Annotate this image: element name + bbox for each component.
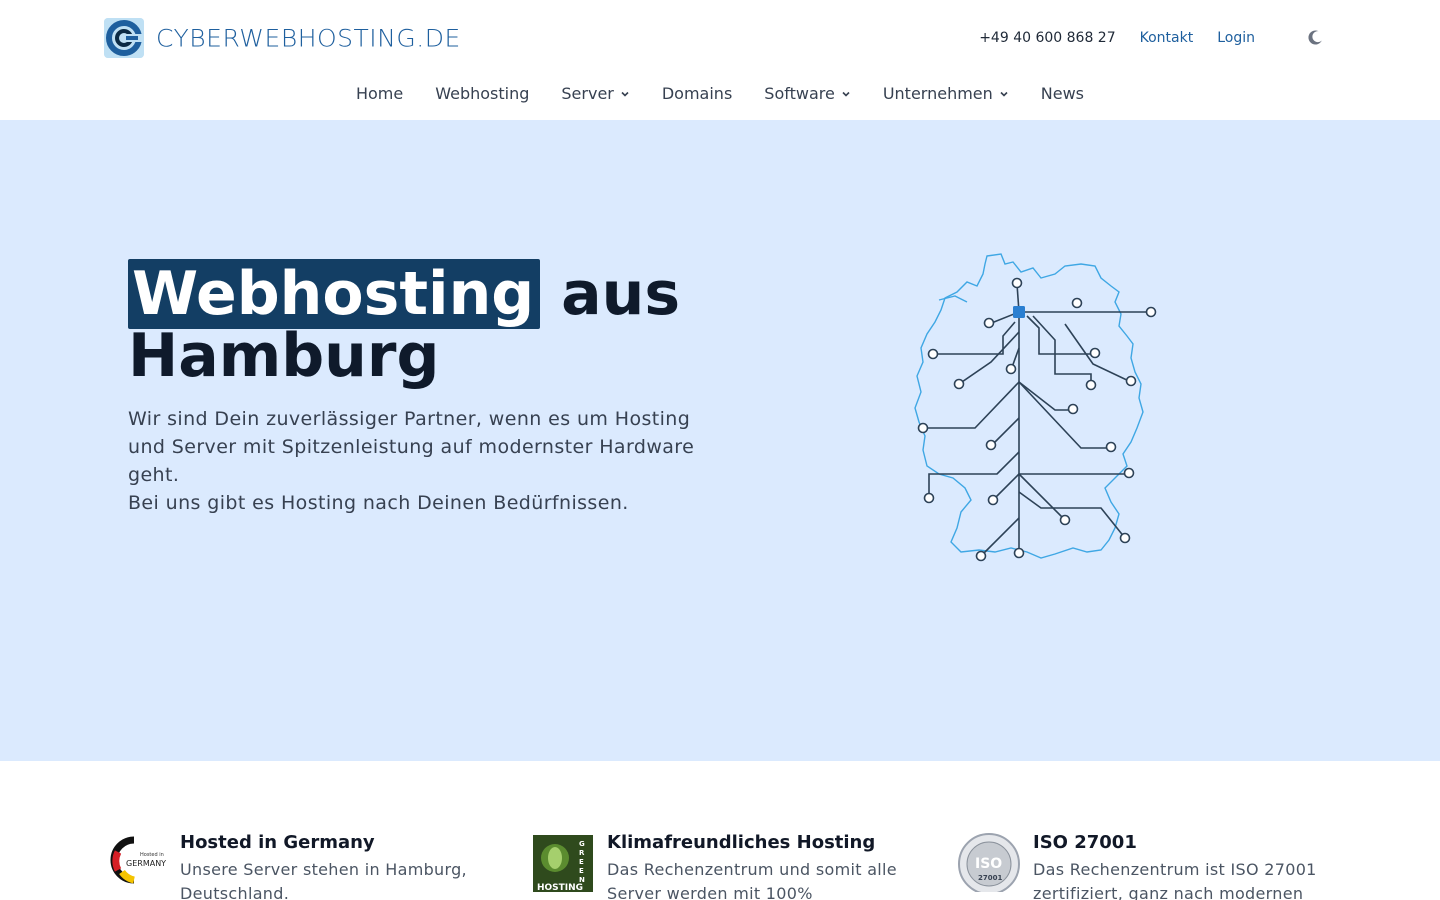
hero-text-line1: Wir sind Dein zuverlässiger Partner, wen… — [128, 408, 695, 486]
hero-title: Webhosting aus Hamburg — [128, 259, 748, 387]
nav-item-label: Software — [764, 84, 835, 103]
brand-name: CYBERWEBHOSTING.DE — [156, 24, 461, 52]
hero-title-highlight: Webhosting — [128, 259, 541, 329]
phone-number[interactable]: +49 40 600 868 27 — [979, 30, 1115, 46]
site-header: CYBERWEBHOSTING.DE +49 40 600 868 27 Kon… — [0, 0, 1440, 103]
features-row: Hosted in GERMANY Hosted in Germany Unse… — [0, 828, 1440, 900]
green-hosting-badge-icon: G R E E N HOSTING — [531, 828, 595, 895]
hero-description: Wir sind Dein zuverlässiger Partner, wen… — [128, 405, 728, 517]
nav-item-unternehmen[interactable]: Unternehmen — [883, 84, 1009, 103]
chevron-down-icon — [621, 91, 629, 97]
feature-title: ISO 27001 — [1033, 832, 1137, 853]
login-link[interactable]: Login — [1217, 30, 1255, 46]
feature-text: Das Rechenzentrum ist ISO 27001 zertifiz… — [1033, 860, 1317, 900]
nav-item-label: Webhosting — [435, 84, 530, 103]
feature-iso-27001: ISO 27001 ISO 27001 Das Rechenzentrum is… — [957, 828, 1333, 900]
iso-badge-small: 27001 — [978, 874, 1002, 882]
hero-text-line2: Bei uns gibt es Hosting nach Deinen Bedü… — [128, 492, 629, 514]
feature-text: Das Rechenzentrum und somit alle Server … — [607, 860, 897, 900]
germany-badge-icon: Hosted in GERMANY — [104, 828, 168, 892]
nav-item-label: Unternehmen — [882, 84, 993, 103]
svg-text:E: E — [579, 867, 584, 875]
nav-item-home[interactable]: Home — [356, 84, 403, 103]
logo[interactable]: CYBERWEBHOSTING.DE — [104, 18, 461, 58]
chevron-down-icon — [842, 91, 850, 97]
nav-item-software[interactable]: Software — [764, 84, 851, 103]
feature-green-hosting: G R E E N HOSTING Klimafreundliches Host… — [531, 828, 907, 900]
top-links: +49 40 600 868 27 Kontakt Login — [979, 28, 1325, 48]
germany-network-map-icon — [914, 253, 1157, 562]
main-nav: Home Webhosting Server Domains Software Unter… — [0, 84, 1440, 103]
svg-text:E: E — [579, 858, 584, 866]
germany-badge-text: GERMANY — [126, 859, 166, 868]
nav-item-label: Server — [561, 84, 614, 103]
chevron-down-icon — [1000, 91, 1008, 97]
feature-title: Klimafreundliches Hosting — [607, 832, 876, 853]
feature-hosted-in-germany: Hosted in GERMANY Hosted in Germany Unse… — [104, 828, 480, 900]
nav-item-webhosting[interactable]: Webhosting — [435, 84, 529, 103]
hero-section: Webhosting aus Hamburg Wir sind Dein zuv… — [0, 120, 1440, 761]
iso-badge-text: ISO — [975, 856, 1002, 872]
nav-item-server[interactable]: Server — [561, 84, 629, 103]
nav-item-domains[interactable]: Domains — [662, 84, 732, 103]
green-badge-text: HOSTING — [537, 883, 583, 892]
feature-title: Hosted in Germany — [180, 832, 375, 853]
iso-badge-icon: ISO 27001 — [957, 828, 1021, 895]
logo-icon — [104, 18, 144, 58]
nav-item-label: Home — [355, 84, 404, 103]
nav-item-news[interactable]: News — [1041, 84, 1084, 103]
feature-text: Unsere Server stehen in Hamburg, Deutsch… — [180, 860, 467, 900]
svg-text:G: G — [579, 840, 585, 848]
dark-mode-toggle-icon[interactable] — [1305, 28, 1325, 48]
contact-link[interactable]: Kontakt — [1140, 30, 1194, 46]
nav-item-label: Domains — [661, 84, 733, 103]
germany-badge-small: Hosted in — [140, 852, 164, 858]
nav-item-label: News — [1040, 84, 1085, 103]
svg-text:R: R — [579, 849, 585, 857]
